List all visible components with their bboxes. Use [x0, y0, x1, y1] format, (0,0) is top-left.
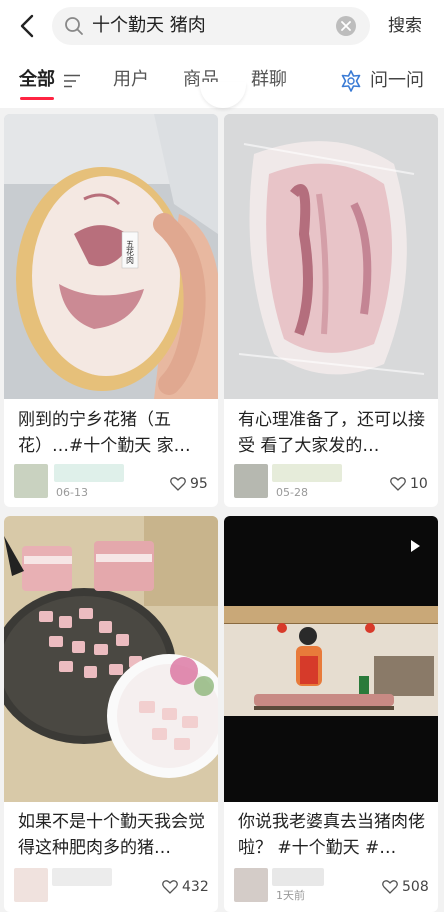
heart-icon — [170, 477, 186, 491]
post-card[interactable]: 五花肉 刚到的宁乡花猪（五花）…#十个勤天 家… 06-13 95 — [4, 114, 218, 507]
play-icon — [408, 538, 422, 552]
tab-groups[interactable]: 群聊 — [251, 68, 287, 92]
back-icon[interactable] — [14, 12, 42, 40]
like-count-value: 10 — [410, 476, 428, 492]
avatar[interactable] — [234, 868, 268, 902]
post-thumbnail — [4, 516, 218, 802]
like-count[interactable]: 95 — [170, 475, 208, 493]
post-date: 1天前 — [276, 889, 305, 902]
search-box[interactable]: 十个勤天 猪肉 — [52, 7, 370, 45]
search-input[interactable]: 十个勤天 猪肉 — [92, 14, 206, 38]
post-title: 如果不是十个勤天我会觉得这种肥肉多的猪… — [18, 812, 205, 858]
heart-icon — [382, 880, 398, 894]
post-card[interactable]: 你说我老婆真去当猪肉佬啦？ #十个勤天 #… 1天前 508 — [224, 516, 438, 912]
post-title: 有心理准备了，还可以接受 看了大家发的… — [238, 410, 425, 456]
like-count[interactable]: 10 — [390, 475, 428, 493]
avatar[interactable] — [14, 464, 48, 498]
active-tab-indicator — [20, 97, 54, 100]
username — [272, 868, 324, 886]
post-thumbnail — [224, 516, 438, 802]
post-thumbnail: 五花肉 — [4, 114, 218, 399]
post-card[interactable]: 如果不是十个勤天我会觉得这种肥肉多的猪… 432 — [4, 516, 218, 912]
post-card[interactable]: 有心理准备了，还可以接受 看了大家发的… 05-28 10 — [224, 114, 438, 507]
clear-icon[interactable] — [336, 16, 356, 36]
post-date: 06-13 — [56, 486, 88, 499]
search-icon — [64, 16, 84, 36]
top-bar: 十个勤天 猪肉 搜索 — [0, 0, 444, 54]
post-thumbnail — [224, 114, 438, 399]
tab-all[interactable]: 全部 — [19, 68, 55, 92]
search-button[interactable]: 搜索 — [388, 14, 422, 38]
like-count-value: 95 — [190, 476, 208, 492]
post-date: 05-28 — [276, 486, 308, 499]
username — [52, 868, 112, 886]
username — [272, 464, 342, 482]
heart-icon — [162, 880, 178, 894]
username — [54, 464, 124, 482]
filter-icon[interactable] — [64, 73, 80, 88]
avatar[interactable] — [14, 868, 48, 902]
post-title: 刚到的宁乡花猪（五花）…#十个勤天 家… — [18, 410, 191, 456]
ask-icon — [341, 70, 361, 92]
thumb-label: 五花肉 — [126, 240, 135, 264]
like-count[interactable]: 432 — [162, 878, 209, 896]
post-title: 你说我老婆真去当猪肉佬啦？ #十个勤天 #… — [238, 812, 425, 858]
avatar[interactable] — [234, 464, 268, 498]
like-count[interactable]: 508 — [382, 878, 429, 896]
ask-label: 问一问 — [370, 70, 424, 91]
tab-users[interactable]: 用户 — [113, 68, 149, 92]
heart-icon — [390, 477, 406, 491]
like-count-value: 432 — [182, 879, 209, 895]
like-count-value: 508 — [402, 879, 429, 895]
